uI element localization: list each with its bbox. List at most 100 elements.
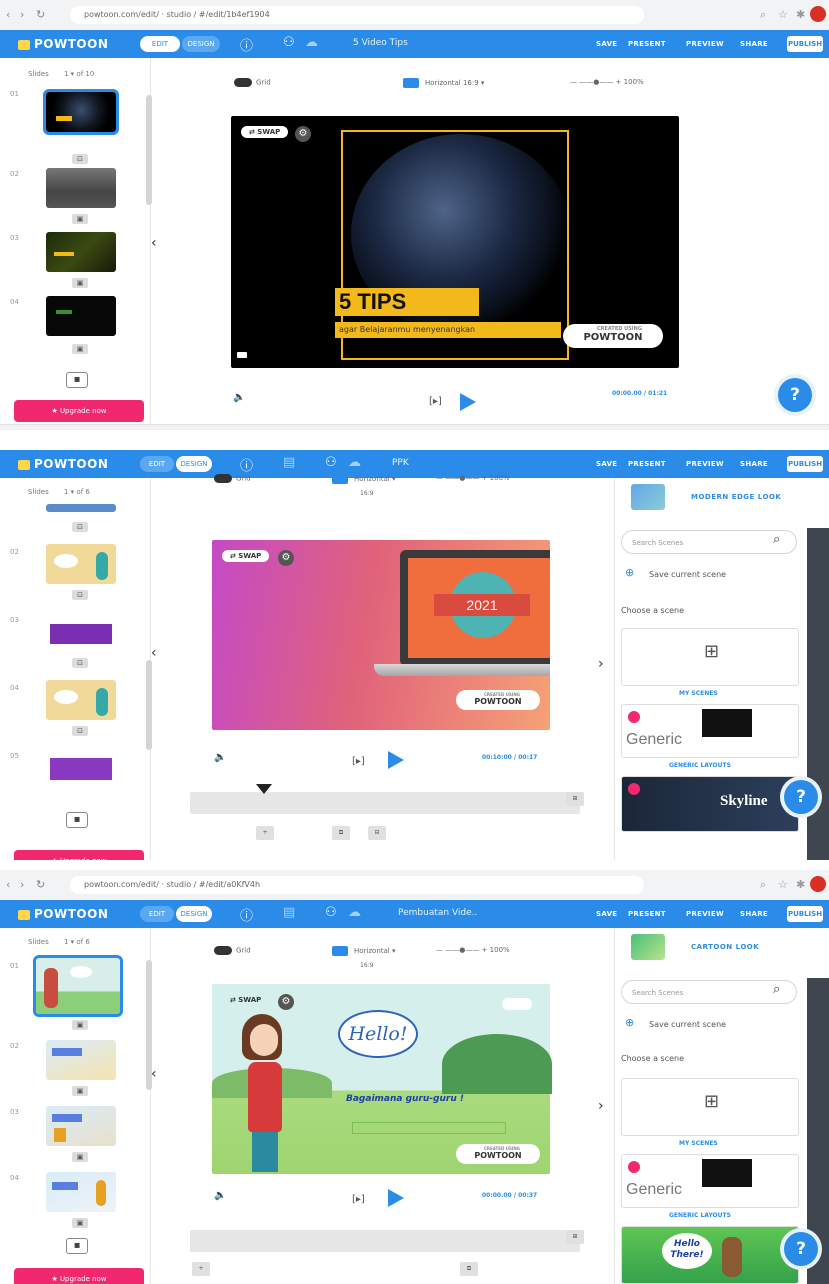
- step-play-icon[interactable]: [▸]: [352, 756, 365, 767]
- save-button[interactable]: SAVE: [596, 460, 617, 468]
- add-slide-button[interactable]: ▪: [66, 372, 88, 388]
- save-button[interactable]: SAVE: [596, 40, 617, 48]
- slide-transition-button[interactable]: ⊡: [72, 522, 88, 532]
- slide-transition-button[interactable]: ▣: [72, 1218, 88, 1228]
- slide-transition-button[interactable]: ▣: [72, 1020, 88, 1030]
- publish-button[interactable]: PUBLISH: [787, 906, 823, 922]
- year-banner[interactable]: 2021: [434, 594, 530, 616]
- save-scene-link[interactable]: Save current scene: [649, 570, 726, 579]
- video-canvas[interactable]: ⇄ SWAP ⚙ 5 TIPS agar Belajaranmu menyena…: [231, 116, 679, 368]
- extensions-icon[interactable]: ✱: [796, 8, 805, 21]
- save-scene-icon[interactable]: ⊕: [625, 566, 634, 579]
- upgrade-button[interactable]: ★ Upgrade now: [14, 850, 144, 860]
- look-selector[interactable]: CARTOON LOOK: [631, 934, 811, 962]
- slide-transition-button[interactable]: ▣: [72, 214, 88, 224]
- upgrade-button[interactable]: ★ Upgrade now: [14, 400, 144, 422]
- search-icon[interactable]: ⌕: [773, 532, 780, 547]
- design-toggle[interactable]: DESIGN: [176, 456, 212, 472]
- slide-thumbnail-4[interactable]: [46, 1172, 116, 1212]
- collapse-left-icon[interactable]: ‹: [151, 645, 157, 661]
- slide-thumbnail-3[interactable]: [46, 232, 116, 272]
- edit-toggle[interactable]: EDIT: [140, 906, 174, 922]
- slide-transition-button[interactable]: ▣: [72, 1086, 88, 1096]
- timeline-add-button[interactable]: +: [192, 1262, 210, 1276]
- preview-button[interactable]: PREVIEW: [686, 460, 724, 468]
- slide-transition-button[interactable]: ▣: [72, 278, 88, 288]
- video-canvas[interactable]: ⇄ SWAP ⚙ Hello! Bagaimana guru-guru ! CR…: [212, 984, 552, 1174]
- powtoon-logo[interactable]: POWTOON: [18, 907, 108, 921]
- greeting-text[interactable]: Bagaimana guru-guru !: [346, 1094, 466, 1104]
- grid-toggle[interactable]: Grid: [214, 946, 251, 955]
- timeline-copy-button[interactable]: ⧉: [332, 826, 350, 840]
- address-bar[interactable]: powtoon.com/edit/ · studio / #/edit/1b4e…: [70, 6, 644, 24]
- swap-button[interactable]: ⇄ SWAP: [241, 126, 289, 138]
- save-button[interactable]: SAVE: [596, 910, 617, 918]
- orientation-select[interactable]: Horizontal ▾: [332, 946, 396, 956]
- slide-thumbnail-1[interactable]: [46, 504, 116, 512]
- playhead-marker[interactable]: [256, 784, 272, 794]
- preview-button[interactable]: PREVIEW: [686, 910, 724, 918]
- powtoon-logo[interactable]: POWTOON: [18, 37, 108, 51]
- headline-text[interactable]: 5 TIPS: [335, 288, 479, 316]
- add-slide-button[interactable]: ▪: [66, 1238, 88, 1254]
- timeline-split-button[interactable]: ⊟: [368, 826, 386, 840]
- present-button[interactable]: PRESENT: [628, 40, 666, 48]
- slide-transition-button[interactable]: ⊡: [72, 154, 88, 164]
- horizontal-scrollbar[interactable]: [0, 424, 829, 430]
- zoom-slider[interactable]: — ——●—— + 100%: [570, 78, 644, 86]
- help-button[interactable]: ?: [784, 780, 818, 814]
- scene-search-input[interactable]: Search Scenes: [621, 530, 797, 554]
- slide-thumbnail-3[interactable]: [46, 1106, 116, 1146]
- timeline-track[interactable]: [190, 1230, 580, 1252]
- help-button[interactable]: ?: [778, 378, 812, 412]
- forward-icon[interactable]: ›: [20, 8, 24, 21]
- timeline-zoom-button[interactable]: ⊞: [566, 792, 584, 806]
- slide-transition-button[interactable]: ▣: [72, 1152, 88, 1162]
- design-toggle[interactable]: DESIGN: [176, 906, 212, 922]
- slide-thumbnail-2[interactable]: [46, 1040, 116, 1080]
- help-button[interactable]: ?: [784, 1232, 818, 1266]
- hello-there-card[interactable]: Hello There!: [621, 1226, 799, 1284]
- volume-icon[interactable]: 🔈: [214, 752, 226, 763]
- collapse-right-icon[interactable]: ›: [598, 1098, 604, 1114]
- slide-thumbnail-4[interactable]: [46, 680, 116, 720]
- scene-search-input[interactable]: Search Scenes: [621, 980, 797, 1004]
- timeline-track[interactable]: [190, 784, 580, 814]
- project-title[interactable]: PPK: [392, 458, 409, 468]
- forward-icon[interactable]: ›: [20, 878, 24, 891]
- collapse-right-icon[interactable]: ›: [598, 656, 604, 672]
- grid-toggle[interactable]: Grid: [234, 78, 271, 87]
- slide-transition-button[interactable]: ⊡: [72, 658, 88, 668]
- save-scene-icon[interactable]: ⊕: [625, 1016, 634, 1029]
- project-title[interactable]: 5 Video Tips: [353, 38, 408, 48]
- reload-icon[interactable]: ↻: [36, 878, 45, 891]
- search-icon[interactable]: ⌕: [773, 982, 780, 997]
- back-icon[interactable]: ‹: [6, 8, 10, 21]
- slide-thumbnail-5[interactable]: [46, 748, 116, 788]
- project-title[interactable]: Pembuatan Vide..: [398, 908, 477, 918]
- orientation-select[interactable]: Horizontal 16:9 ▾: [403, 78, 484, 88]
- slide-thumbnail-4[interactable]: [46, 296, 116, 336]
- zoom-slider[interactable]: — ——●—— + 100%: [436, 474, 510, 482]
- generic-layouts-card[interactable]: Generic: [621, 704, 799, 758]
- generic-layouts-card[interactable]: Generic: [621, 1154, 799, 1208]
- slide-thumbnail-2[interactable]: [46, 544, 116, 584]
- bookmark-icon[interactable]: ☆: [778, 8, 788, 21]
- present-button[interactable]: PRESENT: [628, 910, 666, 918]
- slides-count-select[interactable]: 1 ▾ of 10: [64, 70, 94, 78]
- zoom-icon[interactable]: ⌕: [760, 8, 766, 22]
- collapse-left-icon[interactable]: ‹: [151, 1066, 157, 1082]
- slide-thumbnail-1[interactable]: [43, 89, 119, 135]
- volume-icon[interactable]: 🔈: [233, 392, 245, 403]
- preview-button[interactable]: PREVIEW: [686, 40, 724, 48]
- save-scene-link[interactable]: Save current scene: [649, 1020, 726, 1029]
- zoom-slider[interactable]: — ——●—— + 100%: [436, 946, 510, 954]
- play-icon[interactable]: [388, 751, 404, 769]
- present-button[interactable]: PRESENT: [628, 460, 666, 468]
- slides-scrollbar[interactable]: [146, 95, 152, 205]
- slides-count-select[interactable]: 1 ▾ of 6: [64, 938, 90, 946]
- grid-toggle[interactable]: Grid: [214, 474, 251, 483]
- my-scenes-card[interactable]: ⊞: [621, 628, 799, 686]
- publish-button[interactable]: PUBLISH: [787, 36, 823, 52]
- publish-button[interactable]: PUBLISH: [787, 456, 823, 472]
